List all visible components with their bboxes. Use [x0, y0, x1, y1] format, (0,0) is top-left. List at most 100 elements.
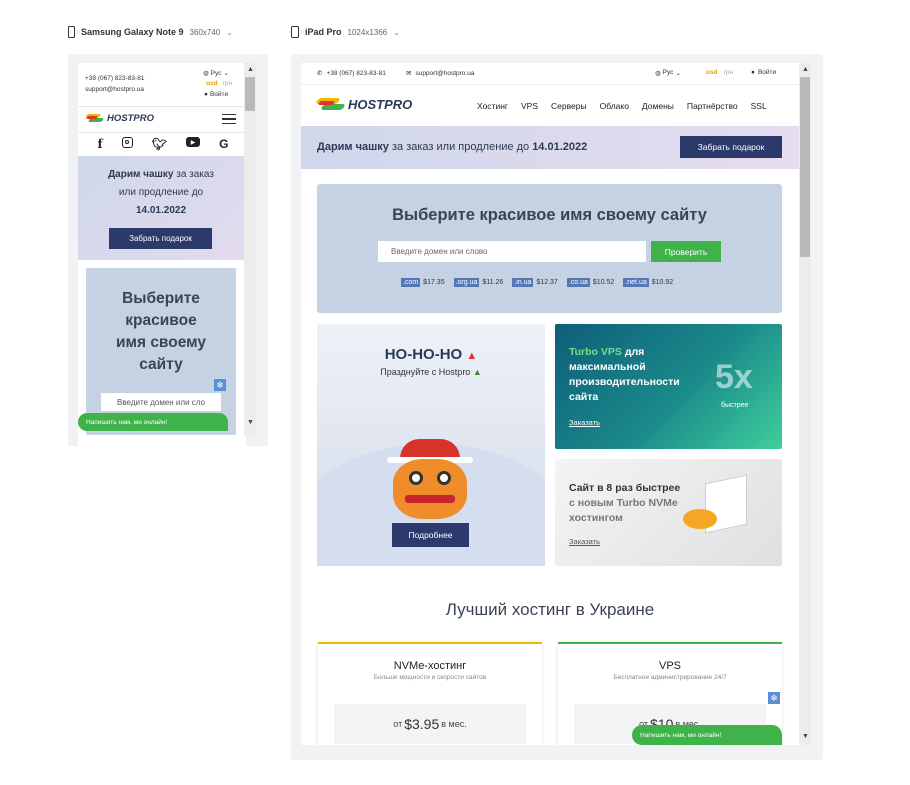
- globe-icon: ◍: [203, 70, 209, 77]
- mobile-scrollbar[interactable]: ▲ ▼: [244, 63, 256, 435]
- tablet-scrollbar[interactable]: ▲ ▼: [799, 63, 811, 745]
- snowflake-icon[interactable]: ❄: [214, 379, 226, 391]
- chat-button[interactable]: Напишить нам, ми онлайн!: [632, 725, 782, 745]
- turbo-faster: быстрее: [721, 402, 749, 409]
- login-link[interactable]: ● Войти: [751, 69, 776, 76]
- globe-icon: ◍: [655, 70, 661, 77]
- facebook-icon[interactable]: f: [98, 137, 103, 151]
- currency-switch[interactable]: usd грн: [206, 80, 232, 87]
- nav-domains[interactable]: Домены: [642, 101, 674, 111]
- tld-prices: .com $17.35 .org.ua $11.26 .in.ua $12.37 .c…: [401, 278, 673, 287]
- snowflake-icon[interactable]: ❄: [768, 692, 780, 704]
- domain-search-input[interactable]: Введите домен или слово: [378, 241, 646, 262]
- divider: [78, 106, 244, 107]
- divider: [301, 84, 799, 85]
- promo-date: 14.01.2022: [532, 141, 588, 153]
- login-link[interactable]: ● Войти: [204, 91, 228, 98]
- plan-price: от $3.95 в мес.: [334, 704, 526, 744]
- youtube-icon[interactable]: ▶: [186, 137, 201, 147]
- nvme-promo-card: Сайт в 8 раз быстрее с новым Turbo NVMe …: [555, 459, 782, 566]
- instagram-icon[interactable]: [121, 137, 133, 148]
- hamburger-menu-icon[interactable]: [222, 114, 236, 124]
- nav-vps[interactable]: VPS: [521, 101, 538, 111]
- brand-name: HOSTPRO: [107, 112, 154, 124]
- logo[interactable]: HOSTPRO: [84, 112, 154, 124]
- domain-title: Выберите красивое имя своему сайту: [392, 206, 707, 224]
- google-icon[interactable]: G: [219, 137, 228, 151]
- section-title: Лучший хостинг в Украине: [445, 600, 655, 619]
- turbo-vps-text: Turbo VPS для максимальной производитель…: [569, 346, 680, 403]
- currency-uah[interactable]: грн: [223, 80, 233, 87]
- turbo-5x: 5x: [715, 358, 753, 396]
- user-icon: ●: [204, 91, 208, 98]
- logo-mark: [315, 95, 346, 113]
- scroll-up-icon[interactable]: ▲: [802, 66, 809, 73]
- scroll-down-icon[interactable]: ▼: [802, 733, 809, 740]
- lang-label: Рус: [210, 69, 222, 77]
- more-details-button[interactable]: Подробнее: [392, 523, 469, 547]
- promo-text: Дарим чашку за заказ или продление до 14…: [317, 141, 587, 153]
- device-dims: 1024x1366: [347, 27, 388, 37]
- promo-text-2: или продление до: [118, 187, 204, 198]
- domain-title-line: Выберите: [122, 290, 200, 307]
- chevron-down-icon: ⌄: [226, 27, 233, 37]
- scroll-thumb[interactable]: [245, 77, 255, 111]
- lang-select[interactable]: ◍ Рус ⌄: [203, 69, 229, 78]
- order-nvme-link[interactable]: Заказать: [569, 537, 600, 546]
- promo-text: за заказ: [176, 169, 214, 180]
- contact-email[interactable]: ✉ support@hostpro.ua: [406, 69, 474, 78]
- chat-button[interactable]: Напишить нам, ми онлайн!: [78, 413, 228, 431]
- owl-mascot-icon: [385, 439, 475, 519]
- get-gift-button[interactable]: Забрать подарок: [109, 228, 212, 249]
- phone-icon: ✆: [317, 70, 323, 77]
- twitter-icon[interactable]: 🐦︎: [152, 137, 167, 151]
- nav-hosting[interactable]: Хостинг: [477, 101, 508, 111]
- nav-servers[interactable]: Серверы: [551, 101, 587, 111]
- scroll-down-icon[interactable]: ▼: [247, 419, 254, 426]
- check-domain-button[interactable]: Проверить: [651, 241, 721, 262]
- tld-item[interactable]: .net.ua $10.92: [623, 278, 673, 287]
- chevron-down-icon: ⌄: [675, 70, 681, 77]
- login-label: Войти: [209, 91, 229, 98]
- logo[interactable]: HOSTPRO: [315, 95, 412, 113]
- lang-select[interactable]: ◍ Рус ⌄: [655, 69, 681, 77]
- scroll-up-icon[interactable]: ▲: [247, 66, 254, 73]
- promo-bold: Дарим чашку: [317, 141, 389, 153]
- tld-item[interactable]: .in.ua $12.37: [512, 278, 558, 287]
- tld-item[interactable]: .org.ua $11.26: [453, 278, 503, 287]
- turbo-vps-card: Turbo VPS для максимальной производитель…: [555, 324, 782, 449]
- currency-usd[interactable]: usd: [206, 80, 218, 87]
- device-selector-tablet[interactable]: iPad Pro 1024x1366 ⌄: [291, 26, 400, 38]
- order-vps-link[interactable]: Заказать: [569, 418, 600, 427]
- currency-usd[interactable]: usd: [706, 69, 718, 76]
- chevron-down-icon: ⌄: [223, 70, 229, 77]
- plan-desc: Больше мощности и скорости сайтов: [373, 674, 487, 681]
- nav-cloud[interactable]: Облако: [600, 101, 629, 111]
- currency-switch[interactable]: usd грн: [706, 69, 733, 76]
- tree-icon: ▲: [472, 367, 482, 377]
- contact-phone[interactable]: ✆ +38 (067) 823-83-81: [317, 69, 386, 78]
- domain-title-line: красивое: [125, 312, 197, 329]
- domain-search-card: Выберите красивое имя своему сайту Введи…: [317, 184, 782, 313]
- tld-item[interactable]: .co.ua $10.52: [566, 278, 614, 287]
- login-label: Войти: [757, 69, 777, 76]
- domain-search-input[interactable]: Введите домен или сло: [101, 393, 221, 411]
- get-gift-button[interactable]: Забрать подарок: [680, 136, 782, 158]
- currency-uah[interactable]: грн: [724, 69, 734, 76]
- contact-email[interactable]: support@hostpro.ua: [85, 86, 144, 93]
- phone-icon: [68, 26, 75, 38]
- contact-phone[interactable]: +38 (067) 823-83-81: [85, 75, 144, 82]
- domain-search-card: Выберите красивое имя своему сайту Введи…: [86, 268, 236, 435]
- plan-name: VPS: [658, 660, 681, 672]
- device-selector-mobile[interactable]: Samsung Galaxy Note 9 360x740 ⌄: [68, 26, 233, 38]
- device-name: iPad Pro: [305, 27, 342, 37]
- tld-item[interactable]: .com $17.35: [401, 278, 445, 287]
- nav-ssl[interactable]: SSL: [751, 101, 767, 111]
- social-icons: f 🐦︎ ▶ G: [88, 137, 238, 151]
- hoho-subtitle: Празднуйте с Hostpro ▲: [380, 367, 482, 377]
- nav-partnership[interactable]: Партнёрство: [687, 101, 738, 111]
- santa-hat-icon: ▲: [466, 350, 478, 362]
- plan-name: NVMe-хостинг: [393, 660, 467, 672]
- scroll-thumb[interactable]: [800, 77, 810, 257]
- main-nav: Хостинг VPS Серверы Облако Домены Партнё…: [477, 101, 767, 111]
